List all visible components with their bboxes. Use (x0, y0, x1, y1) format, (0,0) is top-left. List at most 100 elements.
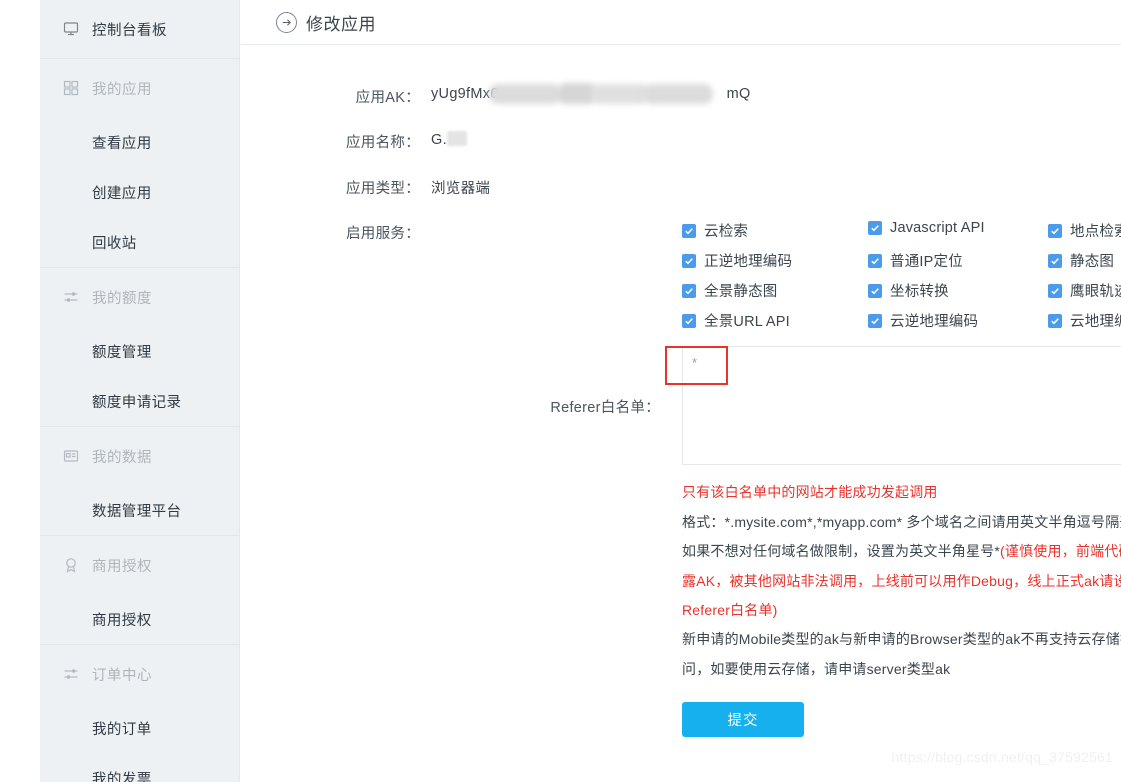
checkbox-checked-icon[interactable] (1048, 313, 1062, 328)
referer-whitelist-label: Referer白名单： (550, 400, 660, 416)
sidebar-item-label: 我的发票 (92, 771, 152, 782)
field-row-app-name: 应用名称： G. (241, 131, 467, 152)
sidebar-item-commercial-license[interactable]: 商用授权 (40, 594, 239, 644)
sidebar-group-my-data: 我的数据 数据管理平台 (40, 427, 239, 536)
app-ak-text: yUg9fMx6 mQ (431, 83, 751, 104)
checkbox-geocoding[interactable]: 正逆地理编码 (682, 250, 792, 271)
sidebar-item-view-app[interactable]: 查看应用 (40, 117, 239, 167)
checkbox-label: 正逆地理编码 (704, 254, 793, 270)
sidebar-group-label: 我的数据 (92, 449, 152, 466)
app-type-label: 应用类型： (346, 181, 420, 197)
checkbox-checked-icon[interactable] (868, 283, 882, 298)
sidebar-group-header-my-apps[interactable]: 我的应用 (40, 59, 239, 117)
redaction-block (591, 84, 649, 104)
checkbox-panorama-static[interactable]: 全景静态图 (682, 280, 778, 301)
checkbox-checked-icon[interactable] (868, 253, 882, 268)
sidebar-item-dashboard[interactable]: 控制台看板 (40, 0, 239, 58)
field-row-services: 启用服务： (241, 222, 431, 243)
checkbox-place-search[interactable]: 地点检索 (1048, 220, 1121, 241)
app-name-label: 应用名称： (346, 135, 420, 151)
checkbox-checked-icon[interactable] (868, 313, 882, 328)
grid-icon (62, 79, 80, 97)
checkbox-checked-icon[interactable] (682, 313, 696, 328)
sidebar-item-label: 数据管理平台 (92, 503, 182, 520)
help-line-5: Referer白名单) (682, 602, 778, 618)
help-line-3: 如果不想对任何域名做限制，设置为英文半角星号*(谨慎使用，前端代码容易泄 (682, 537, 1121, 567)
sidebar-group-header-orders[interactable]: 订单中心 (40, 645, 239, 703)
help-line-3-dark: 如果不想对任何域名做限制，设置为英文半角星号* (682, 543, 1001, 559)
app-type-value: 浏览器端 (431, 181, 491, 197)
page-header: 修改应用 (241, 0, 1121, 45)
checkbox-label: 地点检索 (1070, 224, 1121, 240)
sidebar-item-label: 回收站 (92, 235, 137, 252)
checkbox-coordinate-convert[interactable]: 坐标转换 (868, 280, 949, 301)
note-line-2: 问，如要使用云存储，请申请server类型ak (682, 660, 951, 677)
help-line-2: 格式：*.mysite.com*,*myapp.com* 多个域名之间请用英文半… (682, 513, 1121, 530)
checkbox-cloud-reverse-geocoding[interactable]: 云逆地理编码 (868, 310, 978, 331)
sidebar-item-label: 我的订单 (92, 721, 152, 738)
sidebar-item-recycle-bin[interactable]: 回收站 (40, 217, 239, 267)
sidebar-group-orders: 订单中心 我的订单 我的发票 (40, 645, 239, 782)
arrow-right-circle-icon[interactable] (276, 11, 297, 33)
help-line-3-red: (谨慎使用，前端代码容易泄 (1000, 543, 1121, 559)
sliders-icon (62, 665, 80, 683)
checkbox-checked-icon[interactable] (868, 221, 882, 235)
sidebar-group-label: 我的额度 (92, 290, 152, 307)
checkbox-checked-icon[interactable] (1048, 283, 1062, 298)
checkbox-yingyan-trace[interactable]: 鹰眼轨迹 (1048, 280, 1121, 301)
app-name-value: G. (431, 131, 467, 152)
sidebar-item-my-invoices[interactable]: 我的发票 (40, 753, 239, 782)
redaction-block (489, 84, 561, 104)
redaction-block (643, 84, 713, 104)
sidebar-group-dashboard: 控制台看板 (40, 0, 239, 59)
sidebar-item-label: 商用授权 (92, 612, 152, 629)
checkbox-label: 静态图 (1070, 254, 1115, 270)
checkbox-cloud-geocoding[interactable]: 云地理编码 (1048, 310, 1121, 331)
sidebar-item-quota-requests[interactable]: 额度申请记录 (40, 376, 239, 426)
sidebar-group-header-my-quota[interactable]: 我的额度 (40, 268, 239, 326)
sidebar-group-label: 我的应用 (92, 81, 152, 98)
app-ak-value: yUg9fMx6 mQ (431, 83, 751, 107)
field-row-app-type: 应用类型： 浏览器端 (241, 177, 490, 198)
help-line-1: 只有该白名单中的网站才能成功发起调用 (682, 484, 938, 500)
sidebar-item-label: 查看应用 (92, 135, 152, 152)
checkbox-checked-icon[interactable] (1048, 253, 1062, 268)
sidebar-item-label: 创建应用 (92, 185, 152, 202)
sidebar-item-data-platform[interactable]: 数据管理平台 (40, 485, 239, 535)
referer-whitelist-input[interactable] (682, 346, 1121, 465)
help-line-4: 露AK，被其他网站非法调用，上线前可以用作Debug，线上正式ak请设置合理的 (682, 572, 1121, 589)
sidebar-group-header-commercial[interactable]: 商用授权 (40, 536, 239, 594)
submit-button[interactable]: 提交 (682, 702, 804, 737)
sidebar: 控制台看板 我的应用 查看应用 创建应用 回收站 我的额度 额度管理 额度申请记… (40, 0, 240, 782)
sidebar-group-header-my-data[interactable]: 我的数据 (40, 427, 239, 485)
checkbox-checked-icon[interactable] (682, 223, 696, 238)
app-name-text: G. (431, 132, 447, 148)
sidebar-group-commercial: 商用授权 商用授权 (40, 536, 239, 645)
checkbox-label: 坐标转换 (890, 284, 949, 300)
checkbox-label: 普通IP定位 (890, 254, 963, 270)
sidebar-item-label: 控制台看板 (92, 22, 167, 39)
checkbox-checked-icon[interactable] (682, 283, 696, 298)
checkbox-label: 云逆地理编码 (890, 314, 979, 330)
checkbox-panorama-url-api[interactable]: 全景URL API (682, 310, 790, 331)
page-title: 修改应用 (306, 14, 376, 34)
sidebar-group-label: 订单中心 (92, 667, 152, 684)
id-card-icon (62, 447, 80, 465)
field-row-app-ak: 应用AK： yUg9fMx6 mQ (241, 83, 751, 107)
checkbox-label: Javascript API (890, 220, 985, 236)
services-label: 启用服务： (346, 226, 420, 242)
sidebar-group-my-quota: 我的额度 额度管理 额度申请记录 (40, 268, 239, 427)
app-page: 控制台看板 我的应用 查看应用 创建应用 回收站 我的额度 额度管理 额度申请记… (0, 0, 1121, 782)
checkbox-cloud-search[interactable]: 云检索 (682, 220, 748, 241)
sidebar-item-create-app[interactable]: 创建应用 (40, 167, 239, 217)
award-icon (62, 556, 80, 574)
checkbox-static-map[interactable]: 静态图 (1048, 250, 1114, 271)
main-content: 修改应用 应用AK： yUg9fMx6 mQ 应用名称： G. 应用类型： 浏览… (241, 0, 1121, 782)
sidebar-item-my-orders[interactable]: 我的订单 (40, 703, 239, 753)
checkbox-checked-icon[interactable] (1048, 223, 1062, 238)
checkbox-checked-icon[interactable] (682, 253, 696, 268)
sidebar-item-quota-manage[interactable]: 额度管理 (40, 326, 239, 376)
sidebar-group-my-apps: 我的应用 查看应用 创建应用 回收站 (40, 59, 239, 268)
checkbox-ip-location[interactable]: 普通IP定位 (868, 250, 963, 271)
checkbox-javascript-api[interactable]: Javascript API (868, 220, 985, 236)
